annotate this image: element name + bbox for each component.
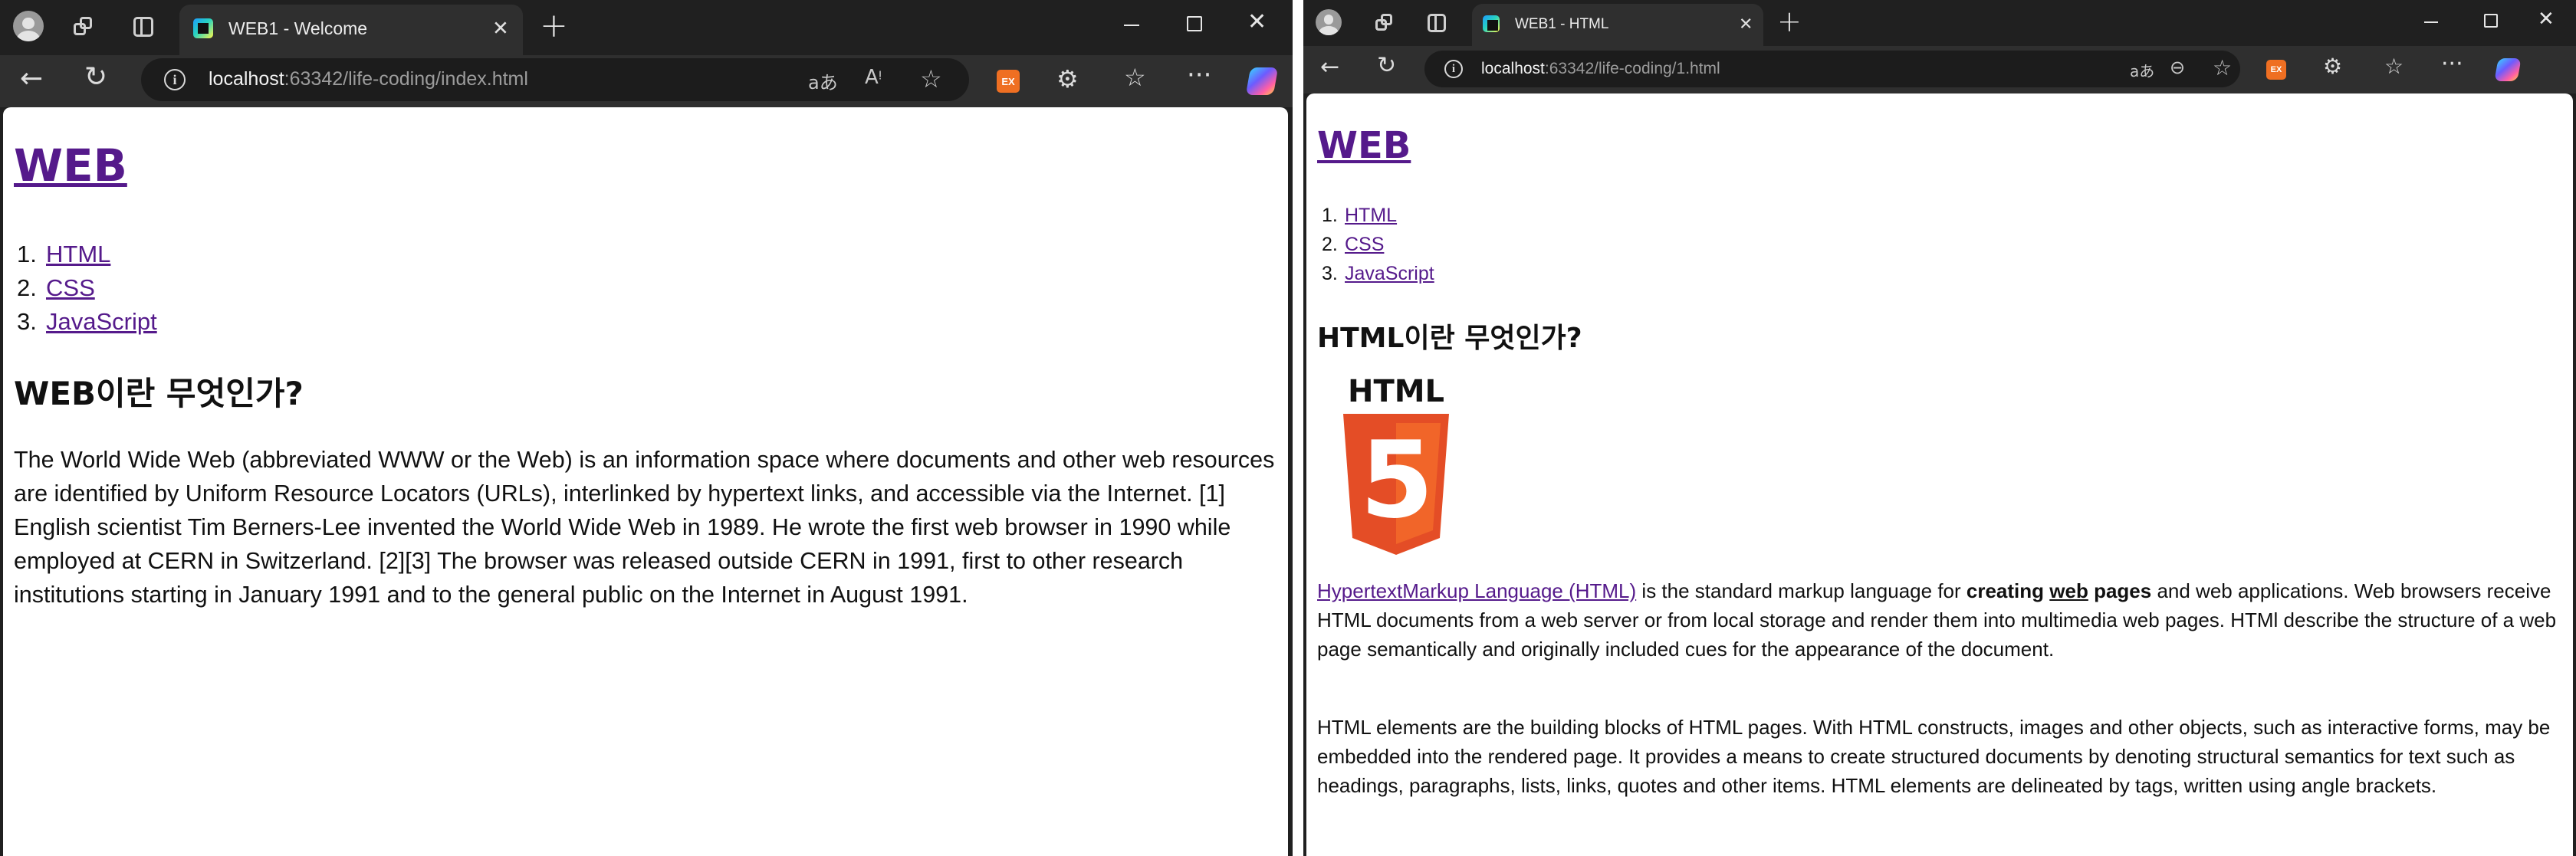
list-number: 1. bbox=[17, 241, 37, 267]
nav-item-javascript: 3. JavaScript bbox=[1322, 259, 1434, 288]
nav-item-css: 2. CSS bbox=[17, 271, 157, 305]
list-number: 2. bbox=[1322, 234, 1338, 255]
refresh-icon[interactable]: ↻ bbox=[1377, 52, 1396, 79]
back-arrow-icon[interactable]: ← bbox=[1320, 54, 1339, 80]
html5-logo-text: HTML bbox=[1348, 374, 1444, 409]
tab-actions-icon[interactable] bbox=[133, 17, 153, 37]
read-aloud-icon[interactable]: aあ bbox=[2130, 59, 2154, 81]
nav-link-javascript[interactable]: JavaScript bbox=[1345, 263, 1434, 284]
refresh-icon[interactable]: ↻ bbox=[84, 61, 107, 93]
close-icon[interactable]: ✕ bbox=[492, 18, 509, 41]
workspaces-icon[interactable] bbox=[1375, 14, 1395, 34]
site-title-link[interactable]: WEB bbox=[1317, 124, 1411, 167]
title-bar: WEB1 - HTML ✕ + ✕ bbox=[1303, 0, 2576, 46]
nav-link-javascript[interactable]: JavaScript bbox=[46, 308, 157, 335]
body-paragraph: The World Wide Web (abbreviated WWW or t… bbox=[14, 447, 1275, 608]
favorites-icon[interactable]: ☆ bbox=[1124, 63, 1146, 92]
close-window-button[interactable]: ✕ bbox=[2538, 8, 2555, 31]
maximize-button[interactable] bbox=[2484, 14, 2498, 28]
minimize-button[interactable] bbox=[2424, 21, 2438, 23]
extensions-puzzle-icon[interactable]: ⚙ bbox=[1056, 64, 1079, 93]
nav-link-css[interactable]: CSS bbox=[46, 274, 95, 301]
new-tab-button[interactable]: + bbox=[1777, 5, 1802, 38]
nav-item-html: 1. HTML bbox=[1322, 201, 1434, 230]
nav-link-html[interactable]: HTML bbox=[1345, 205, 1397, 226]
page-viewport: WEB 1. HTML 2. CSS 3. JavaScript WEB이란 무엇인가… bbox=[3, 107, 1288, 856]
nav-list: 1. HTML 2. CSS 3. JavaScript bbox=[17, 238, 157, 339]
page-heading: WEB이란 무엇인가? bbox=[14, 375, 304, 412]
tab-title: WEB1 - HTML bbox=[1515, 15, 1609, 32]
back-arrow-icon[interactable]: ← bbox=[20, 63, 43, 94]
tab-actions-icon[interactable] bbox=[1428, 14, 1446, 32]
nav-list: 1. HTML 2. CSS 3. JavaScript bbox=[1322, 201, 1434, 288]
elements-paragraph: HTML elements are the building blocks of… bbox=[1317, 716, 2551, 797]
copilot-icon[interactable] bbox=[2494, 58, 2522, 81]
site-info-icon[interactable]: i bbox=[164, 69, 186, 90]
read-aloud-icon[interactable]: aあ bbox=[808, 67, 838, 94]
html5-logo-digit: 5 bbox=[1360, 418, 1434, 542]
toolbar: ← ↻ i localhost:63342/life-coding/index.… bbox=[0, 55, 1293, 107]
window-gap bbox=[1293, 0, 1303, 856]
close-icon[interactable]: ✕ bbox=[1739, 15, 1753, 34]
toolbar: ← ↻ i localhost:63342/life-coding/1.html… bbox=[1303, 46, 2576, 93]
close-window-button[interactable]: ✕ bbox=[1247, 8, 1267, 35]
favorite-star-icon[interactable]: ☆ bbox=[2213, 55, 2232, 80]
favorites-icon[interactable]: ☆ bbox=[2384, 54, 2404, 79]
address-url[interactable]: localhost:63342/life-coding/1.html bbox=[1481, 60, 1720, 78]
copilot-icon[interactable] bbox=[1245, 67, 1279, 95]
browser-window-left: WEB1 - Welcome ✕ + ✕ ← ↻ i localhost:633… bbox=[0, 0, 1293, 856]
site-title: WEB bbox=[14, 139, 127, 192]
bold-segment: pages bbox=[2088, 579, 2152, 602]
address-url[interactable]: localhost:63342/life-coding/index.html bbox=[209, 68, 528, 90]
profile-avatar-icon[interactable] bbox=[1316, 9, 1342, 35]
nav-item-css: 2. CSS bbox=[1322, 230, 1434, 259]
underlined-bold-word: web bbox=[2049, 579, 2088, 602]
address-bar[interactable]: i localhost:63342/life-coding/1.html aあ … bbox=[1424, 51, 2240, 87]
favorite-star-icon[interactable]: ☆ bbox=[920, 64, 942, 93]
profile-avatar-icon[interactable] bbox=[13, 11, 44, 41]
tab-active[interactable]: WEB1 - Welcome ✕ bbox=[179, 5, 523, 55]
new-tab-button[interactable]: + bbox=[540, 6, 568, 45]
page-viewport: WEB 1. HTML 2. CSS 3. JavaScript HTML이란 무엇인… bbox=[1306, 93, 2573, 856]
translate-icon[interactable]: ⊖ bbox=[2170, 57, 2185, 78]
nav-item-html: 1. HTML bbox=[17, 238, 157, 271]
list-number: 3. bbox=[17, 308, 37, 335]
tab-title: WEB1 - Welcome bbox=[228, 18, 368, 39]
url-path: :63342/life-coding/index.html bbox=[284, 68, 528, 90]
nav-item-javascript: 3. JavaScript bbox=[17, 305, 157, 339]
tab-active[interactable]: WEB1 - HTML ✕ bbox=[1472, 4, 1763, 46]
text-segment: is the standard markup language for bbox=[1636, 579, 1967, 602]
webstorm-favicon-icon bbox=[1483, 15, 1500, 32]
nav-link-css[interactable]: CSS bbox=[1345, 234, 1384, 255]
site-title: WEB bbox=[1317, 124, 1411, 167]
url-host: localhost bbox=[1481, 60, 1545, 77]
list-number: 2. bbox=[17, 274, 37, 301]
site-title-link[interactable]: WEB bbox=[14, 139, 127, 192]
url-path: :63342/life-coding/1.html bbox=[1544, 60, 1720, 77]
list-number: 3. bbox=[1322, 263, 1338, 284]
site-info-icon[interactable]: i bbox=[1444, 60, 1463, 78]
browser-window-right: WEB1 - HTML ✕ + ✕ ← ↻ i localhost:63342/… bbox=[1303, 0, 2576, 856]
html5-logo-icon: HTML 5 bbox=[1343, 374, 1449, 555]
intro-paragraph: HypertextMarkup Language (HTML) is the s… bbox=[1317, 576, 2567, 664]
maximize-button[interactable] bbox=[1187, 16, 1202, 31]
translate-icon[interactable]: Aᵎ bbox=[865, 66, 882, 89]
more-menu-icon[interactable]: ··· bbox=[1187, 60, 1211, 90]
nav-link-html[interactable]: HTML bbox=[46, 241, 110, 267]
html-wiki-link[interactable]: HypertextMarkup Language (HTML) bbox=[1317, 579, 1636, 602]
extension-ex-icon[interactable]: EX bbox=[997, 70, 1020, 93]
extensions-puzzle-icon[interactable]: ⚙ bbox=[2323, 54, 2342, 79]
webstorm-favicon-icon bbox=[193, 18, 213, 38]
url-host: localhost bbox=[209, 68, 284, 90]
address-bar[interactable]: i localhost:63342/life-coding/index.html… bbox=[141, 58, 969, 101]
bold-segment: creating bbox=[1966, 579, 2050, 602]
more-menu-icon[interactable]: ··· bbox=[2441, 51, 2463, 77]
workspaces-icon[interactable] bbox=[74, 17, 95, 38]
minimize-button[interactable] bbox=[1124, 25, 1139, 26]
page-heading: HTML이란 무엇인가? bbox=[1317, 323, 1582, 354]
title-bar: WEB1 - Welcome ✕ + ✕ bbox=[0, 0, 1293, 55]
extension-ex-icon[interactable]: EX bbox=[2266, 60, 2286, 80]
list-number: 1. bbox=[1322, 205, 1338, 226]
